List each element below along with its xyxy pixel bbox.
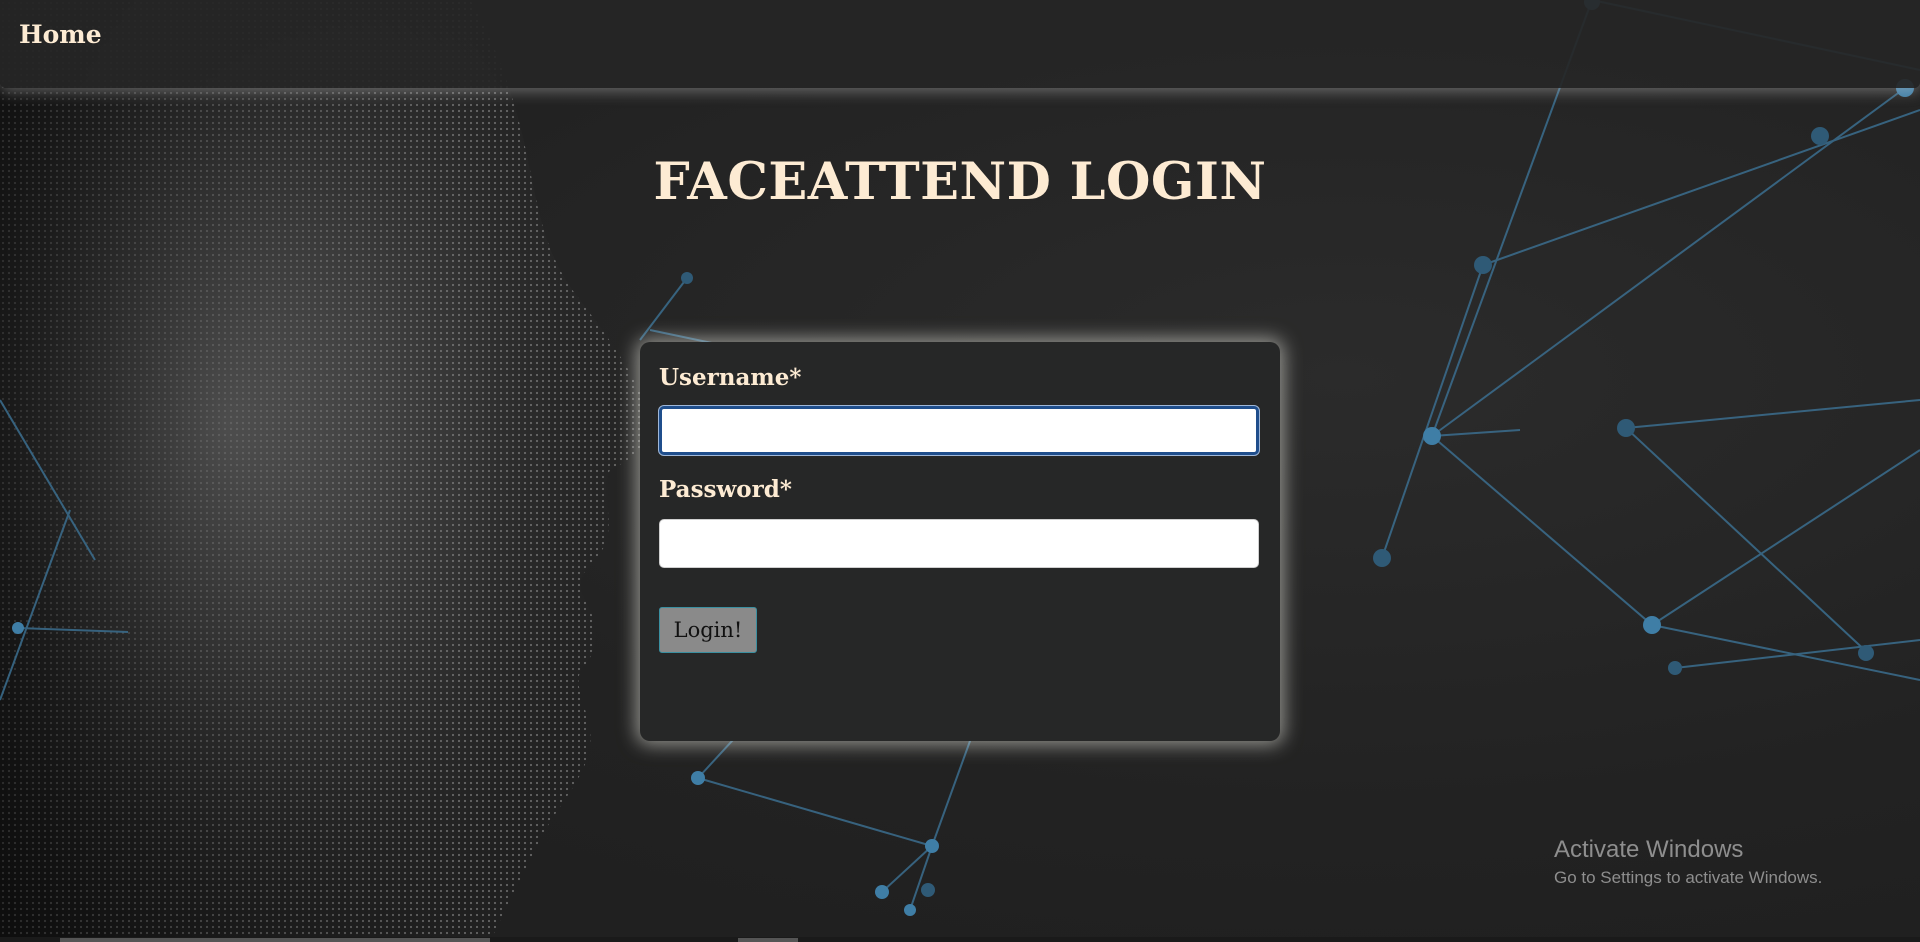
password-label: Password* (659, 476, 792, 503)
password-input[interactable] (659, 519, 1259, 568)
login-page: Home FACEATTEND LOGIN Username* Password… (0, 0, 1920, 942)
top-navbar: Home (0, 0, 1920, 88)
page-title: FACEATTEND LOGIN (653, 152, 1267, 212)
watermark-subtitle: Go to Settings to activate Windows. (1554, 868, 1823, 887)
horizontal-scrollbar-thumb[interactable] (60, 938, 490, 942)
login-form-card: Username* Password* Login! (640, 342, 1280, 741)
face-portrait-illustration (0, 0, 651, 942)
watermark-title: Activate Windows (1554, 836, 1744, 863)
username-input[interactable] (659, 406, 1259, 455)
username-label: Username* (659, 364, 802, 391)
login-button[interactable]: Login! (659, 607, 757, 653)
nav-home-link[interactable]: Home (19, 20, 102, 49)
windows-activation-watermark: Activate Windows Go to Settings to activ… (1554, 836, 1822, 888)
bottom-strip-segment (738, 938, 798, 942)
